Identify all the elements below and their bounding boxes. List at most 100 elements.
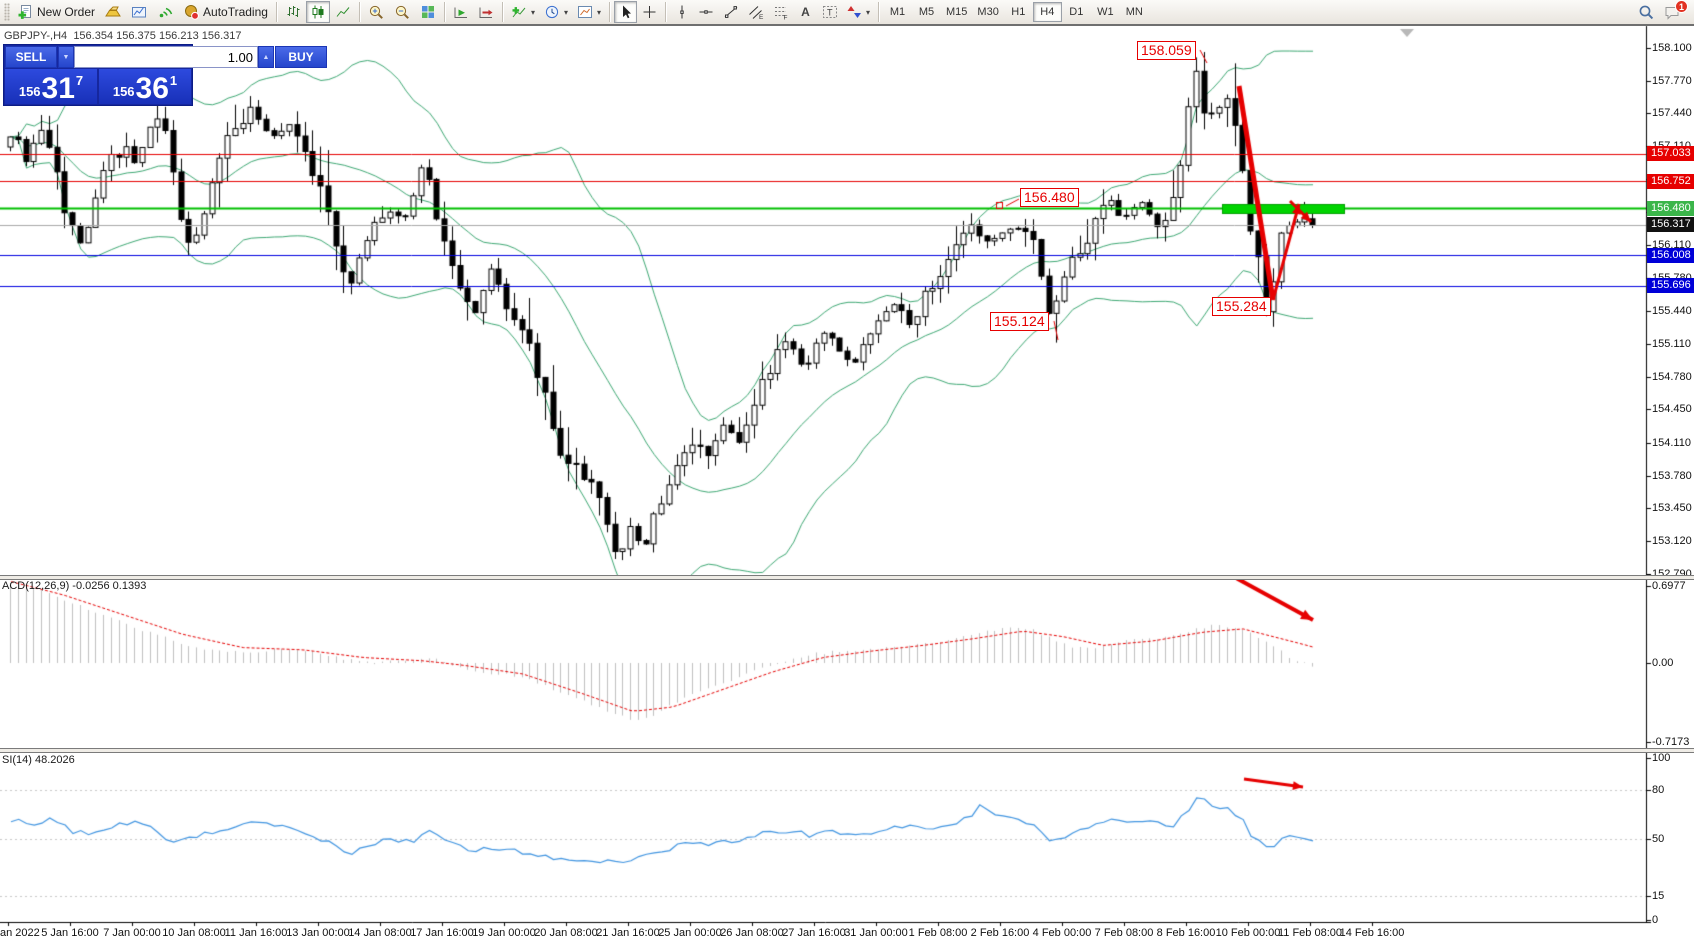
time-axis-label: 7 Feb 08:00 xyxy=(1095,927,1154,939)
horizontal-line-tool-button[interactable] xyxy=(694,1,718,23)
macd-axis-tick: 0.6977 xyxy=(1652,580,1686,592)
pane-separator-macd[interactable] xyxy=(0,575,1694,580)
price-level-box: 156.317 xyxy=(1647,217,1694,232)
time-axis-label: 20 Jan 08:00 xyxy=(534,927,598,939)
rsi-axis-tick: 15 xyxy=(1652,890,1664,902)
toolbar-separator xyxy=(502,2,503,22)
publish-icon xyxy=(131,4,148,20)
timeframe-group: M1M5M15M30H1H4D1W1MN xyxy=(883,2,1149,22)
arrows-dropdown-caret[interactable]: ▾ xyxy=(866,8,870,17)
price-annotation-tag[interactable]: 155.124 xyxy=(990,312,1049,331)
symbol-ohlc-label: GBPJPY-,H4 156.354 156.375 156.213 156.3… xyxy=(4,30,242,42)
price-axis-tick: 153.120 xyxy=(1652,535,1692,547)
trendline-tool-button[interactable] xyxy=(719,1,743,23)
time-axis-label: 25 Jan 00:00 xyxy=(658,927,722,939)
notifications-button[interactable]: 1 xyxy=(1660,1,1686,23)
bar-chart-button[interactable] xyxy=(281,1,305,23)
toolbar-grip[interactable] xyxy=(4,3,10,21)
price-axis-tick: 154.110 xyxy=(1652,437,1691,449)
price-annotation-tag[interactable]: 158.059 xyxy=(1137,41,1196,60)
chart-shift-icon xyxy=(478,4,494,20)
clock-icon xyxy=(544,4,560,20)
price-axis-tick: 153.450 xyxy=(1652,502,1692,514)
volume-input[interactable] xyxy=(74,46,258,68)
trendline-icon xyxy=(723,4,739,20)
toolbar-separator xyxy=(878,2,879,22)
tile-windows-button[interactable] xyxy=(416,1,440,23)
zoom-out-button[interactable] xyxy=(390,1,415,23)
sell-price-main: 31 xyxy=(42,76,75,102)
ohlc-values: 156.354 156.375 156.213 156.317 xyxy=(73,30,241,42)
periods-button[interactable]: ▾ xyxy=(540,1,572,23)
buy-price-display[interactable]: 156 36 1 xyxy=(99,69,191,104)
vertical-line-tool-button[interactable] xyxy=(670,1,693,23)
publish-button[interactable] xyxy=(127,1,152,23)
chart-canvas[interactable] xyxy=(0,0,1694,941)
signals-button[interactable] xyxy=(153,1,178,23)
chart-shift-button[interactable] xyxy=(474,1,498,23)
time-axis-label: 19 Jan 00:00 xyxy=(472,927,536,939)
gold-ingot-button[interactable] xyxy=(100,1,126,23)
price-annotation-tag[interactable]: 155.284 xyxy=(1212,297,1271,316)
rsi-axis-tick: 50 xyxy=(1652,833,1664,845)
price-annotation-tag[interactable]: 156.480 xyxy=(1020,188,1079,207)
timeframe-button-w1[interactable]: W1 xyxy=(1091,2,1120,22)
timeframe-button-h4[interactable]: H4 xyxy=(1033,2,1062,22)
fibonacci-tool-button[interactable]: F xyxy=(769,1,793,23)
candlestick-chart-button[interactable] xyxy=(306,1,330,23)
periods-dropdown-caret[interactable]: ▾ xyxy=(564,8,568,17)
search-button[interactable] xyxy=(1634,1,1659,23)
macd-axis-tick: 0.00 xyxy=(1652,657,1673,669)
cursor-tool-button[interactable] xyxy=(614,1,637,23)
bar-chart-icon xyxy=(285,4,301,20)
rsi-axis-tick: 0 xyxy=(1652,914,1658,926)
arrows-tool-button[interactable]: ▾ xyxy=(843,1,874,23)
sell-button[interactable]: SELL xyxy=(5,46,57,68)
toolbar-separator xyxy=(359,2,360,22)
timeframe-button-m30[interactable]: M30 xyxy=(972,2,1003,22)
timeframe-button-m5[interactable]: M5 xyxy=(912,2,941,22)
sell-price-display[interactable]: 156 31 7 xyxy=(5,69,97,104)
time-axis-label: 26 Jan 08:00 xyxy=(720,927,784,939)
crosshair-tool-button[interactable] xyxy=(638,1,661,23)
autotrading-button[interactable]: AutoTrading xyxy=(179,1,272,23)
autotrading-label: AutoTrading xyxy=(203,5,268,19)
symbol-name: GBPJPY-,H4 xyxy=(4,30,67,42)
indicators-button[interactable]: ▾ xyxy=(507,1,539,23)
main-toolbar: New Order AutoTrading xyxy=(0,0,1694,26)
templates-dropdown-caret[interactable]: ▾ xyxy=(597,8,601,17)
pane-separator-rsi[interactable] xyxy=(0,748,1694,753)
buy-price-sup: 1 xyxy=(170,73,177,88)
price-level-box: 157.033 xyxy=(1647,146,1694,161)
text-tool-button[interactable]: A xyxy=(794,1,817,23)
auto-scroll-button[interactable] xyxy=(449,1,473,23)
price-axis-tick: 157.770 xyxy=(1652,75,1692,87)
time-axis-label: 13 Jan 00:00 xyxy=(286,927,350,939)
new-order-icon xyxy=(17,4,34,20)
time-axis-label: 14 Feb 16:00 xyxy=(1340,927,1405,939)
new-order-button[interactable]: New Order xyxy=(13,1,99,23)
indicators-dropdown-caret[interactable]: ▾ xyxy=(531,8,535,17)
templates-button[interactable]: ▾ xyxy=(573,1,605,23)
timeframe-button-h1[interactable]: H1 xyxy=(1004,2,1033,22)
zoom-in-button[interactable] xyxy=(364,1,389,23)
price-axis-tick: 154.450 xyxy=(1652,403,1692,415)
volume-down-button[interactable]: ▼ xyxy=(58,46,74,68)
timeframe-button-mn[interactable]: MN xyxy=(1120,2,1149,22)
rsi-axis-tick: 80 xyxy=(1652,784,1664,796)
new-order-label: New Order xyxy=(37,5,95,19)
price-level-box: 156.008 xyxy=(1647,248,1694,263)
label-tool-button[interactable]: T xyxy=(818,1,842,23)
line-chart-button[interactable] xyxy=(331,1,355,23)
toolbar-separator xyxy=(609,2,610,22)
volume-up-button[interactable]: ▲ xyxy=(258,46,274,68)
equidistant-channel-icon: E xyxy=(748,4,764,20)
timeframe-button-m1[interactable]: M1 xyxy=(883,2,912,22)
svg-text:T: T xyxy=(827,8,833,18)
buy-button[interactable]: BUY xyxy=(275,46,327,68)
timeframe-button-m15[interactable]: M15 xyxy=(941,2,972,22)
one-click-trading-panel: SELL ▼ ▲ BUY 156 31 7 156 36 1 xyxy=(3,44,193,106)
channel-tool-button[interactable]: E xyxy=(744,1,768,23)
time-axis-label: 31 Jan 00:00 xyxy=(844,927,908,939)
timeframe-button-d1[interactable]: D1 xyxy=(1062,2,1091,22)
